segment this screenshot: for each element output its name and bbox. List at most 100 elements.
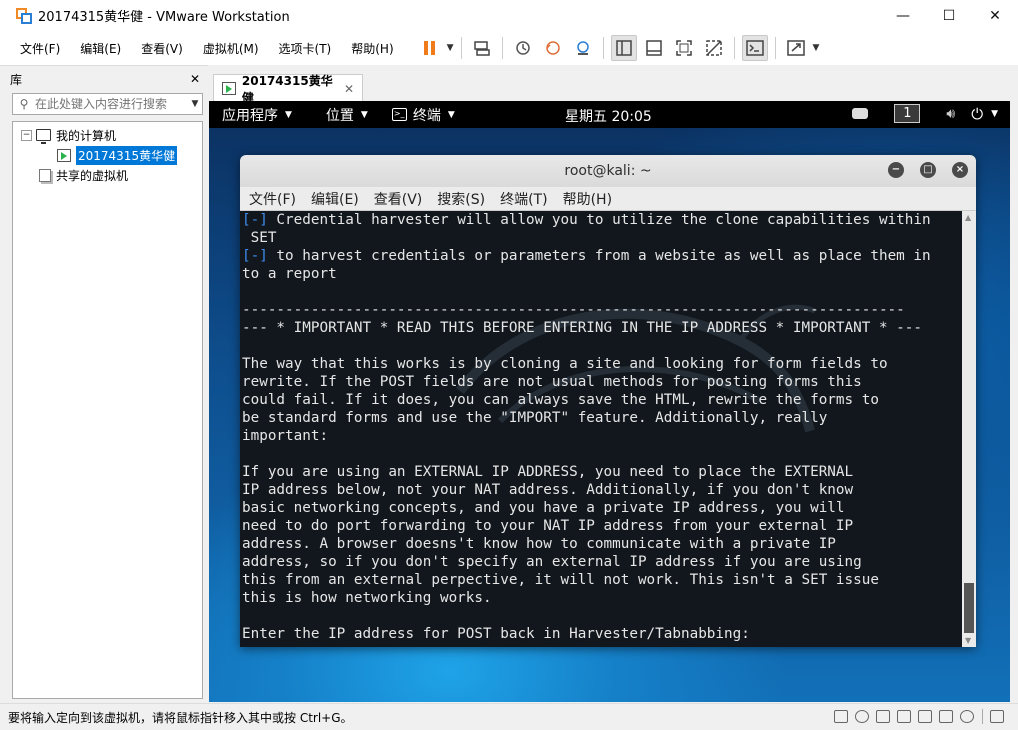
maximize-button[interactable]: ☐ <box>926 0 972 31</box>
menu-vm[interactable]: 虚拟机(M) <box>190 40 266 57</box>
network-adapter-icon[interactable] <box>876 710 890 723</box>
menu-file[interactable]: 文件(F) <box>0 40 67 57</box>
snapshot-manager-button[interactable] <box>570 35 596 61</box>
terminal-app-menu[interactable]: >_ 终端 ▼ <box>391 105 455 125</box>
tree-item-shared[interactable]: 共享的虚拟机 <box>39 165 128 185</box>
library-close-icon[interactable]: ✕ <box>190 72 200 86</box>
toolbar-separator <box>501 37 503 59</box>
minimize-button[interactable]: — <box>880 0 926 31</box>
terminal-close-icon[interactable]: × <box>952 162 968 178</box>
search-icon: ⚲ <box>19 97 29 111</box>
show-library-button[interactable] <box>610 35 637 61</box>
terminal-body[interactable]: [-] Credential harvester will allow you … <box>240 211 962 647</box>
terminal-line: this is how networking works. <box>242 589 931 607</box>
volume-icon[interactable]: 🔊︎ <box>946 106 955 122</box>
terminal-line: need to do port forwarding to your NAT I… <box>242 517 931 535</box>
terminal-app-menu-label: 终端 <box>412 107 441 124</box>
applications-menu[interactable]: 应用程序 ▼ <box>222 105 292 125</box>
chevron-down-icon: ▼ <box>360 109 368 120</box>
terminal-icon: >_ <box>391 108 407 121</box>
message-log-icon[interactable] <box>990 710 1004 723</box>
collapse-toggle-icon[interactable]: − <box>21 129 32 141</box>
display-icon[interactable] <box>960 710 974 723</box>
full-screen-button[interactable] <box>671 35 697 61</box>
vm-tab-close-icon[interactable]: ✕ <box>344 82 354 96</box>
unity-mode-button[interactable] <box>701 35 727 61</box>
terminal-line-text <box>242 338 251 354</box>
terminal-menu-search[interactable]: 搜索(S) <box>437 189 485 209</box>
terminal-menu-edit[interactable]: 编辑(E) <box>311 189 359 209</box>
terminal-line-text <box>242 446 251 462</box>
workspace-indicator[interactable]: 1 <box>894 104 921 123</box>
stretch-dropdown-icon[interactable]: ▼ <box>813 43 820 53</box>
pause-icon <box>423 41 435 55</box>
menu-view[interactable]: 查看(V) <box>128 40 190 57</box>
terminal-line: to a report <box>242 265 931 283</box>
take-snapshot-button[interactable] <box>510 35 536 61</box>
power-icon[interactable]: ⏻ <box>971 105 983 123</box>
terminal-output: [-] Credential harvester will allow you … <box>242 211 931 643</box>
terminal-line-text: --- * IMPORTANT * READ THIS BEFORE ENTER… <box>242 320 922 336</box>
tree-item-vm[interactable]: 20174315黄华健 <box>57 144 179 166</box>
terminal-line-text: Enter the IP address for POST back in Ha… <box>242 626 750 642</box>
thumbnail-bar-button[interactable] <box>641 35 667 61</box>
terminal-line: IP address below, not your NAT address. … <box>242 481 931 499</box>
terminal-maximize-icon[interactable]: □ <box>920 162 936 178</box>
hard-disk-icon[interactable] <box>834 710 848 723</box>
fullscreen-icon <box>675 40 692 56</box>
toolbar: ▼ ▼ <box>415 35 822 61</box>
terminal-line-text: ----------------------------------------… <box>242 302 905 318</box>
terminal-window: root@kali: ~ − □ × 文件(F) 编辑(E) 查看(V) 搜索(… <box>240 155 976 647</box>
library-search-input[interactable] <box>35 97 188 111</box>
clock[interactable]: 星期五 20:05 <box>565 106 652 126</box>
vm-tab[interactable]: 20174315黄华健 ✕ <box>213 74 363 105</box>
usb-icon[interactable] <box>897 710 911 723</box>
snapshot-icon <box>515 41 530 55</box>
terminal-line: address. A browser doesns't know how to … <box>242 535 931 553</box>
chevron-down-icon[interactable]: ▼ <box>991 109 998 119</box>
tree-item-my-computer[interactable]: − 我的计算机 <box>21 125 116 145</box>
terminal-minimize-icon[interactable]: − <box>888 162 904 178</box>
menu-edit[interactable]: 编辑(E) <box>67 40 128 57</box>
gnome-top-bar: 应用程序 ▼ 位置 ▼ >_ 终端 ▼ 星期五 20:05 1 🔊︎ ⏻ ▼ <box>209 101 1010 128</box>
scroll-up-icon[interactable]: ▲ <box>965 213 971 222</box>
status-text: 要将输入定向到该虚拟机，请将鼠标指针移入其中或按 Ctrl+G。 <box>8 710 353 725</box>
power-dropdown-icon[interactable]: ▼ <box>447 43 454 53</box>
terminal-line-text: need to do port forwarding to your NAT I… <box>242 518 854 534</box>
status-bar: 要将输入定向到该虚拟机，请将鼠标指针移入其中或按 Ctrl+G。 <box>0 703 1018 730</box>
sound-card-icon[interactable] <box>939 710 953 723</box>
terminal-line: Enter the IP address for POST back in Ha… <box>242 625 931 643</box>
tree-label-shared: 共享的虚拟机 <box>56 168 129 183</box>
terminal-scrollbar[interactable]: ▲ ▼ <box>962 211 976 647</box>
terminal-menu-file[interactable]: 文件(F) <box>249 189 296 209</box>
terminal-line-prefix: [-] <box>242 212 268 228</box>
stretch-view-button[interactable] <box>783 35 809 61</box>
printer-icon[interactable] <box>918 710 932 723</box>
search-dropdown-icon[interactable]: ▼ <box>188 99 202 109</box>
terminal-line: If you are using an EXTERNAL IP ADDRESS,… <box>242 463 931 481</box>
guest-screen[interactable]: 应用程序 ▼ 位置 ▼ >_ 终端 ▼ 星期五 20:05 1 🔊︎ ⏻ ▼ root… <box>209 101 1010 702</box>
menu-help[interactable]: 帮助(H) <box>338 40 400 57</box>
revert-snapshot-button[interactable] <box>540 35 566 61</box>
places-menu[interactable]: 位置 ▼ <box>326 105 368 125</box>
pause-vm-button[interactable] <box>417 35 443 61</box>
terminal-line-text: this is how networking works. <box>242 590 492 606</box>
terminal-line-text: address. A browser doesns't know how to … <box>242 536 836 552</box>
places-menu-label: 位置 <box>325 107 354 124</box>
send-ctrl-alt-del-button[interactable] <box>469 35 495 61</box>
terminal-menu-terminal[interactable]: 终端(T) <box>500 189 547 209</box>
console-view-button[interactable] <box>741 35 768 61</box>
terminal-line-text: important: <box>242 428 329 444</box>
video-camera-icon[interactable] <box>852 108 869 119</box>
terminal-menu-help[interactable]: 帮助(H) <box>563 189 612 209</box>
scroll-down-icon[interactable]: ▼ <box>965 636 971 645</box>
terminal-line-prefix: [-] <box>242 248 268 264</box>
scrollbar-thumb[interactable] <box>964 583 974 633</box>
cd-drive-icon[interactable] <box>855 710 869 723</box>
window-titlebar: 20174315黄华健 - VMware Workstation — ☐ ✕ <box>0 0 1018 31</box>
menu-tabs[interactable]: 选项卡(T) <box>266 40 339 57</box>
terminal-menu-view[interactable]: 查看(V) <box>374 189 423 209</box>
vm-tab-icon <box>222 82 236 95</box>
terminal-line: be standard forms and use the "IMPORT" f… <box>242 409 931 427</box>
close-window-button[interactable]: ✕ <box>972 0 1018 31</box>
